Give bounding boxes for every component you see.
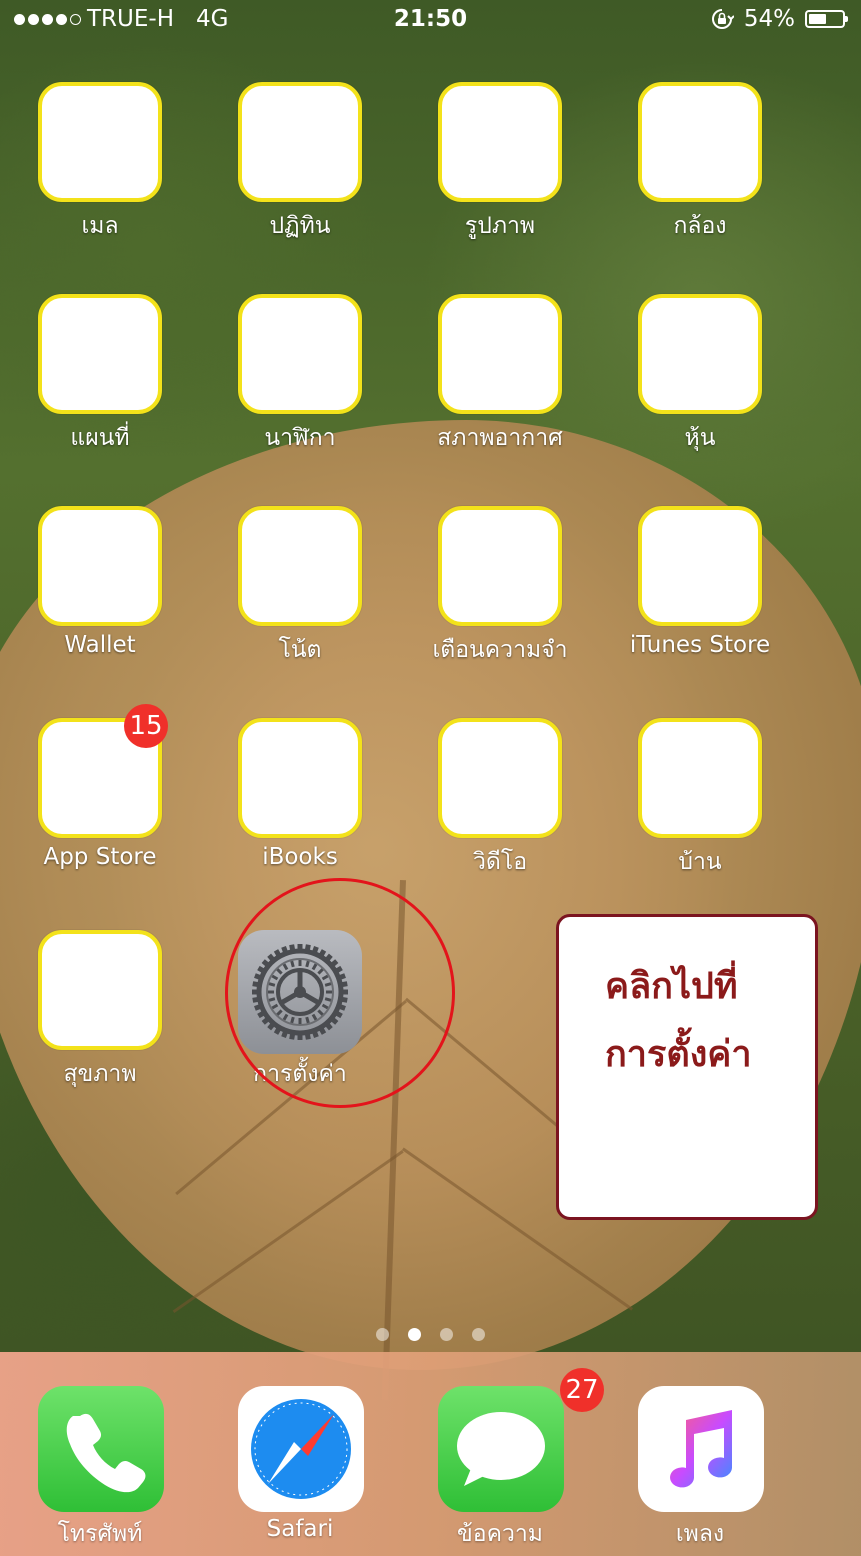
dock-label: เพลง [675, 1521, 725, 1547]
app-label: โน้ต [278, 637, 322, 663]
instruction-callout: คลิกไปที่ การตั้งค่า [556, 914, 818, 1220]
safari-compass-icon [238, 1386, 364, 1512]
dock: โทรศัพท์ Safari 27 ข้อความ เพลง [0, 1352, 861, 1556]
notification-badge: 27 [560, 1368, 604, 1412]
app-label: iTunes Store [629, 632, 771, 658]
app-label: กล้อง [673, 213, 727, 239]
app-label: บ้าน [678, 849, 722, 875]
dock-label: โทรศัพท์ [57, 1521, 143, 1547]
dock-app-phone[interactable]: โทรศัพท์ [0, 1352, 200, 1552]
battery-icon [805, 10, 848, 28]
messages-icon [438, 1386, 564, 1512]
app-label: ปฏิทิน [269, 213, 331, 239]
app-health[interactable]: สุขภาพ [0, 930, 200, 1130]
app-calendar[interactable]: ปฏิทิน [200, 82, 400, 282]
app-notes[interactable]: โน้ต [200, 506, 400, 706]
weather-icon [438, 294, 562, 414]
app-reminders[interactable]: เตือนความจำ [400, 506, 600, 706]
callout-line-1: คลิกไปที่ [605, 966, 738, 1007]
app-label: นาฬิกา [264, 425, 336, 451]
clock-icon [238, 294, 362, 414]
app-videos[interactable]: วิดีโอ [400, 718, 600, 918]
stocks-icon [638, 294, 762, 414]
dock-label: Safari [266, 1516, 334, 1542]
app-label: สภาพอากาศ [437, 425, 563, 451]
ibooks-icon [238, 718, 362, 838]
notes-icon [238, 506, 362, 626]
app-appstore[interactable]: App Store 15 [0, 704, 200, 918]
app-label: App Store [43, 844, 157, 870]
app-label: หุ้น [684, 425, 716, 451]
dock-app-music[interactable]: เพลง [600, 1352, 800, 1552]
app-label: iBooks [262, 844, 338, 870]
app-clock[interactable]: นาฬิกา [200, 294, 400, 494]
dock-app-safari[interactable]: Safari [200, 1352, 400, 1552]
dock-app-messages[interactable]: 27 ข้อความ [400, 1352, 604, 1552]
page-dot [376, 1328, 389, 1341]
app-label: รูปภาพ [464, 213, 536, 239]
app-maps[interactable]: แผนที่ [0, 294, 200, 494]
page-indicator[interactable] [0, 1328, 861, 1341]
app-photos[interactable]: รูปภาพ [400, 82, 600, 282]
page-dot [408, 1328, 421, 1341]
app-label: สุขภาพ [63, 1061, 137, 1087]
status-bar: TRUE-H 4G 21:50 54% [0, 0, 861, 40]
app-wallet[interactable]: Wallet [0, 506, 200, 706]
reminders-icon [438, 506, 562, 626]
app-stocks[interactable]: หุ้น [600, 294, 800, 494]
app-camera[interactable]: กล้อง [600, 82, 800, 282]
battery-percentage: 54% [743, 6, 795, 32]
home-icon [638, 718, 762, 838]
dock-label: ข้อความ [457, 1521, 543, 1547]
maps-icon [38, 294, 162, 414]
app-label: วิดีโอ [472, 849, 528, 875]
photos-icon [438, 82, 562, 202]
music-note-icon [638, 1386, 764, 1512]
calendar-icon [238, 82, 362, 202]
itunes-icon [638, 506, 762, 626]
page-dot [472, 1328, 485, 1341]
wallet-icon [38, 506, 162, 626]
mail-icon [38, 82, 162, 202]
rotation-lock-icon [711, 9, 734, 29]
app-home[interactable]: บ้าน [600, 718, 800, 918]
page-dot [440, 1328, 453, 1341]
annotation-circle [225, 878, 455, 1108]
callout-line-2: การตั้งค่า [605, 1034, 752, 1075]
health-icon [38, 930, 162, 1050]
app-weather[interactable]: สภาพอากาศ [400, 294, 600, 494]
phone-icon [38, 1386, 164, 1512]
app-label: เตือนความจำ [432, 637, 568, 663]
videos-icon [438, 718, 562, 838]
app-label: เมล [81, 213, 119, 239]
app-mail[interactable]: เมล [0, 82, 200, 282]
camera-icon [638, 82, 762, 202]
app-label: แผนที่ [70, 425, 130, 451]
app-label: Wallet [64, 632, 136, 658]
app-itunes[interactable]: iTunes Store [600, 506, 800, 706]
notification-badge: 15 [124, 704, 168, 748]
